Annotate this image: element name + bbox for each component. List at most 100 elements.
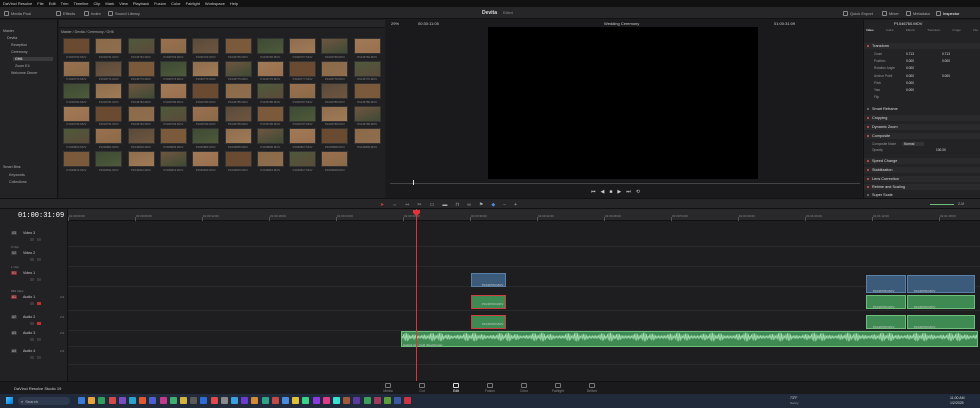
- transform-value-x[interactable]: 0.000: [906, 74, 914, 78]
- track-name[interactable]: Video 3: [23, 231, 35, 235]
- media-thumbnail[interactable]: [192, 60, 220, 77]
- inspector-section[interactable]: Stabilization: [864, 167, 980, 173]
- media-thumbnail[interactable]: [63, 105, 90, 122]
- video-clip-mid[interactable]: P1046760.MOV: [471, 273, 506, 287]
- mute-icon[interactable]: [37, 338, 41, 341]
- taskbar-app-icon[interactable]: [159, 397, 167, 404]
- skip-start-icon[interactable]: ⏮: [591, 189, 596, 195]
- media-thumbnail[interactable]: [159, 128, 187, 145]
- inspector-section[interactable]: Composite: [864, 133, 980, 139]
- media-thumbnail[interactable]: [224, 128, 252, 145]
- track-name[interactable]: Audio 1: [23, 295, 35, 299]
- transform-value-x[interactable]: 0.000: [906, 66, 914, 70]
- inspector-section[interactable]: Speed Change: [864, 158, 980, 164]
- track-id-badge[interactable]: A1: [11, 295, 17, 299]
- media-thumbnail[interactable]: [289, 151, 317, 167]
- timeline-area[interactable]: 01:00:00:00 01:00:06:00 01:00:12:00 01:00:1…: [68, 209, 980, 381]
- track-id-badge[interactable]: V1: [11, 271, 17, 275]
- transform-value-y[interactable]: 0.000: [942, 74, 950, 78]
- inspector-section[interactable]: Dynamic Zoom: [864, 124, 980, 130]
- inspector-section[interactable]: Cropping: [864, 115, 980, 121]
- taskbar-app-icon[interactable]: [241, 397, 249, 404]
- mute-icon[interactable]: [37, 302, 41, 305]
- media-thumbnail[interactable]: [159, 151, 187, 167]
- reverse-icon[interactable]: ◀: [601, 189, 605, 195]
- media-thumbnail[interactable]: [321, 60, 349, 77]
- tab-video[interactable]: Video: [866, 28, 874, 32]
- media-thumbnail[interactable]: [127, 60, 155, 77]
- media-thumbnail[interactable]: [321, 38, 349, 54]
- menu-fairlight[interactable]: Fairlight: [186, 1, 200, 6]
- menu-fusion[interactable]: Fusion: [154, 1, 166, 6]
- sound-library-button[interactable]: Sound Library: [108, 9, 140, 17]
- media-thumbnail[interactable]: [127, 151, 155, 167]
- taskbar-app-icon[interactable]: [220, 397, 228, 404]
- metadata-button[interactable]: Metadata: [906, 9, 930, 17]
- track-name[interactable]: Audio 3: [23, 331, 35, 335]
- media-thumbnail[interactable]: [256, 151, 284, 167]
- media-thumbnail[interactable]: [159, 105, 187, 122]
- viewer-scrubber[interactable]: [390, 183, 860, 184]
- media-thumbnail[interactable]: [127, 128, 155, 145]
- menu-help[interactable]: Help: [230, 1, 238, 6]
- track-name[interactable]: Video 1: [23, 271, 35, 275]
- taskbar-app-icon[interactable]: [169, 397, 177, 404]
- selection-tool-icon[interactable]: ➤: [380, 202, 384, 208]
- timeline-zoom-slider[interactable]: [930, 204, 954, 205]
- media-pool-button[interactable]: Media Pool: [4, 9, 31, 17]
- taskbar-app-icon[interactable]: [282, 397, 289, 404]
- media-thumbnail[interactable]: [289, 128, 317, 145]
- inspector-section[interactable]: Smart Reframe: [864, 106, 980, 112]
- snapping-icon[interactable]: ⊓: [455, 202, 459, 208]
- bin-reception[interactable]: Reception: [11, 43, 27, 47]
- lock-icon[interactable]: [30, 238, 34, 241]
- audio-clip-mid-a1[interactable]: P1046760.MOV: [471, 295, 506, 309]
- link-icon[interactable]: ∞: [467, 202, 471, 208]
- media-thumbnail[interactable]: [63, 128, 90, 145]
- insert-clip-icon[interactable]: ▭: [430, 202, 435, 208]
- media-thumbnail[interactable]: [63, 151, 90, 167]
- media-thumbnail[interactable]: [321, 151, 349, 167]
- track-name[interactable]: Audio 4: [23, 349, 35, 353]
- track-id-badge[interactable]: A2: [11, 315, 17, 319]
- media-thumbnail[interactable]: [224, 151, 252, 167]
- transform-value-x[interactable]: 0.000: [906, 81, 914, 85]
- lock-icon[interactable]: [30, 356, 34, 359]
- mixer-button[interactable]: Mixer: [882, 9, 899, 17]
- audio-clip-right-a1[interactable]: P1046765.MOV: [866, 295, 906, 309]
- taskbar-app-icon[interactable]: [108, 397, 116, 404]
- media-thumbnail[interactable]: [289, 105, 317, 122]
- media-thumbnail[interactable]: [127, 38, 155, 54]
- transform-value-y[interactable]: 0.000: [942, 59, 950, 63]
- track-name[interactable]: Video 2: [23, 251, 35, 255]
- lock-icon[interactable]: [30, 278, 34, 281]
- taskbar-app-icon[interactable]: [302, 397, 310, 404]
- media-thumbnail[interactable]: [159, 83, 187, 100]
- taskbar-app-icon[interactable]: [251, 397, 259, 404]
- track-name[interactable]: Audio 2: [23, 315, 35, 319]
- menu-trim[interactable]: Trim: [61, 1, 69, 6]
- media-thumbnail[interactable]: [321, 105, 349, 122]
- play-icon[interactable]: ▶: [617, 189, 621, 195]
- quick-export-button[interactable]: Quick Export: [843, 9, 873, 17]
- taskbar-app-icon[interactable]: [271, 397, 279, 404]
- track-id-badge[interactable]: A3: [11, 331, 17, 335]
- taskbar-app-icon[interactable]: [292, 397, 300, 404]
- media-thumbnail[interactable]: [127, 83, 155, 100]
- media-thumbnail[interactable]: [127, 105, 155, 122]
- loop-icon[interactable]: ⟲: [636, 189, 640, 195]
- taskbar-app-icon[interactable]: [210, 397, 218, 404]
- taskbar-app-icon[interactable]: [384, 397, 391, 404]
- mute-icon[interactable]: [37, 278, 41, 281]
- mute-icon[interactable]: [37, 258, 41, 261]
- media-thumbnail[interactable]: [95, 83, 123, 100]
- audio-clip-right-b2[interactable]: P1046766.MOV: [907, 315, 975, 329]
- skip-end-icon[interactable]: ⏭: [626, 189, 631, 195]
- menu-file[interactable]: File: [37, 1, 43, 6]
- transform-value-x[interactable]: 0.000: [906, 59, 914, 63]
- menu-workspace[interactable]: Workspace: [205, 1, 225, 6]
- transform-value-x[interactable]: 0.713: [906, 52, 914, 56]
- section-transform[interactable]: Transform: [864, 43, 980, 49]
- opacity-value[interactable]: 100.00: [936, 148, 946, 152]
- media-thumbnail[interactable]: [95, 60, 123, 77]
